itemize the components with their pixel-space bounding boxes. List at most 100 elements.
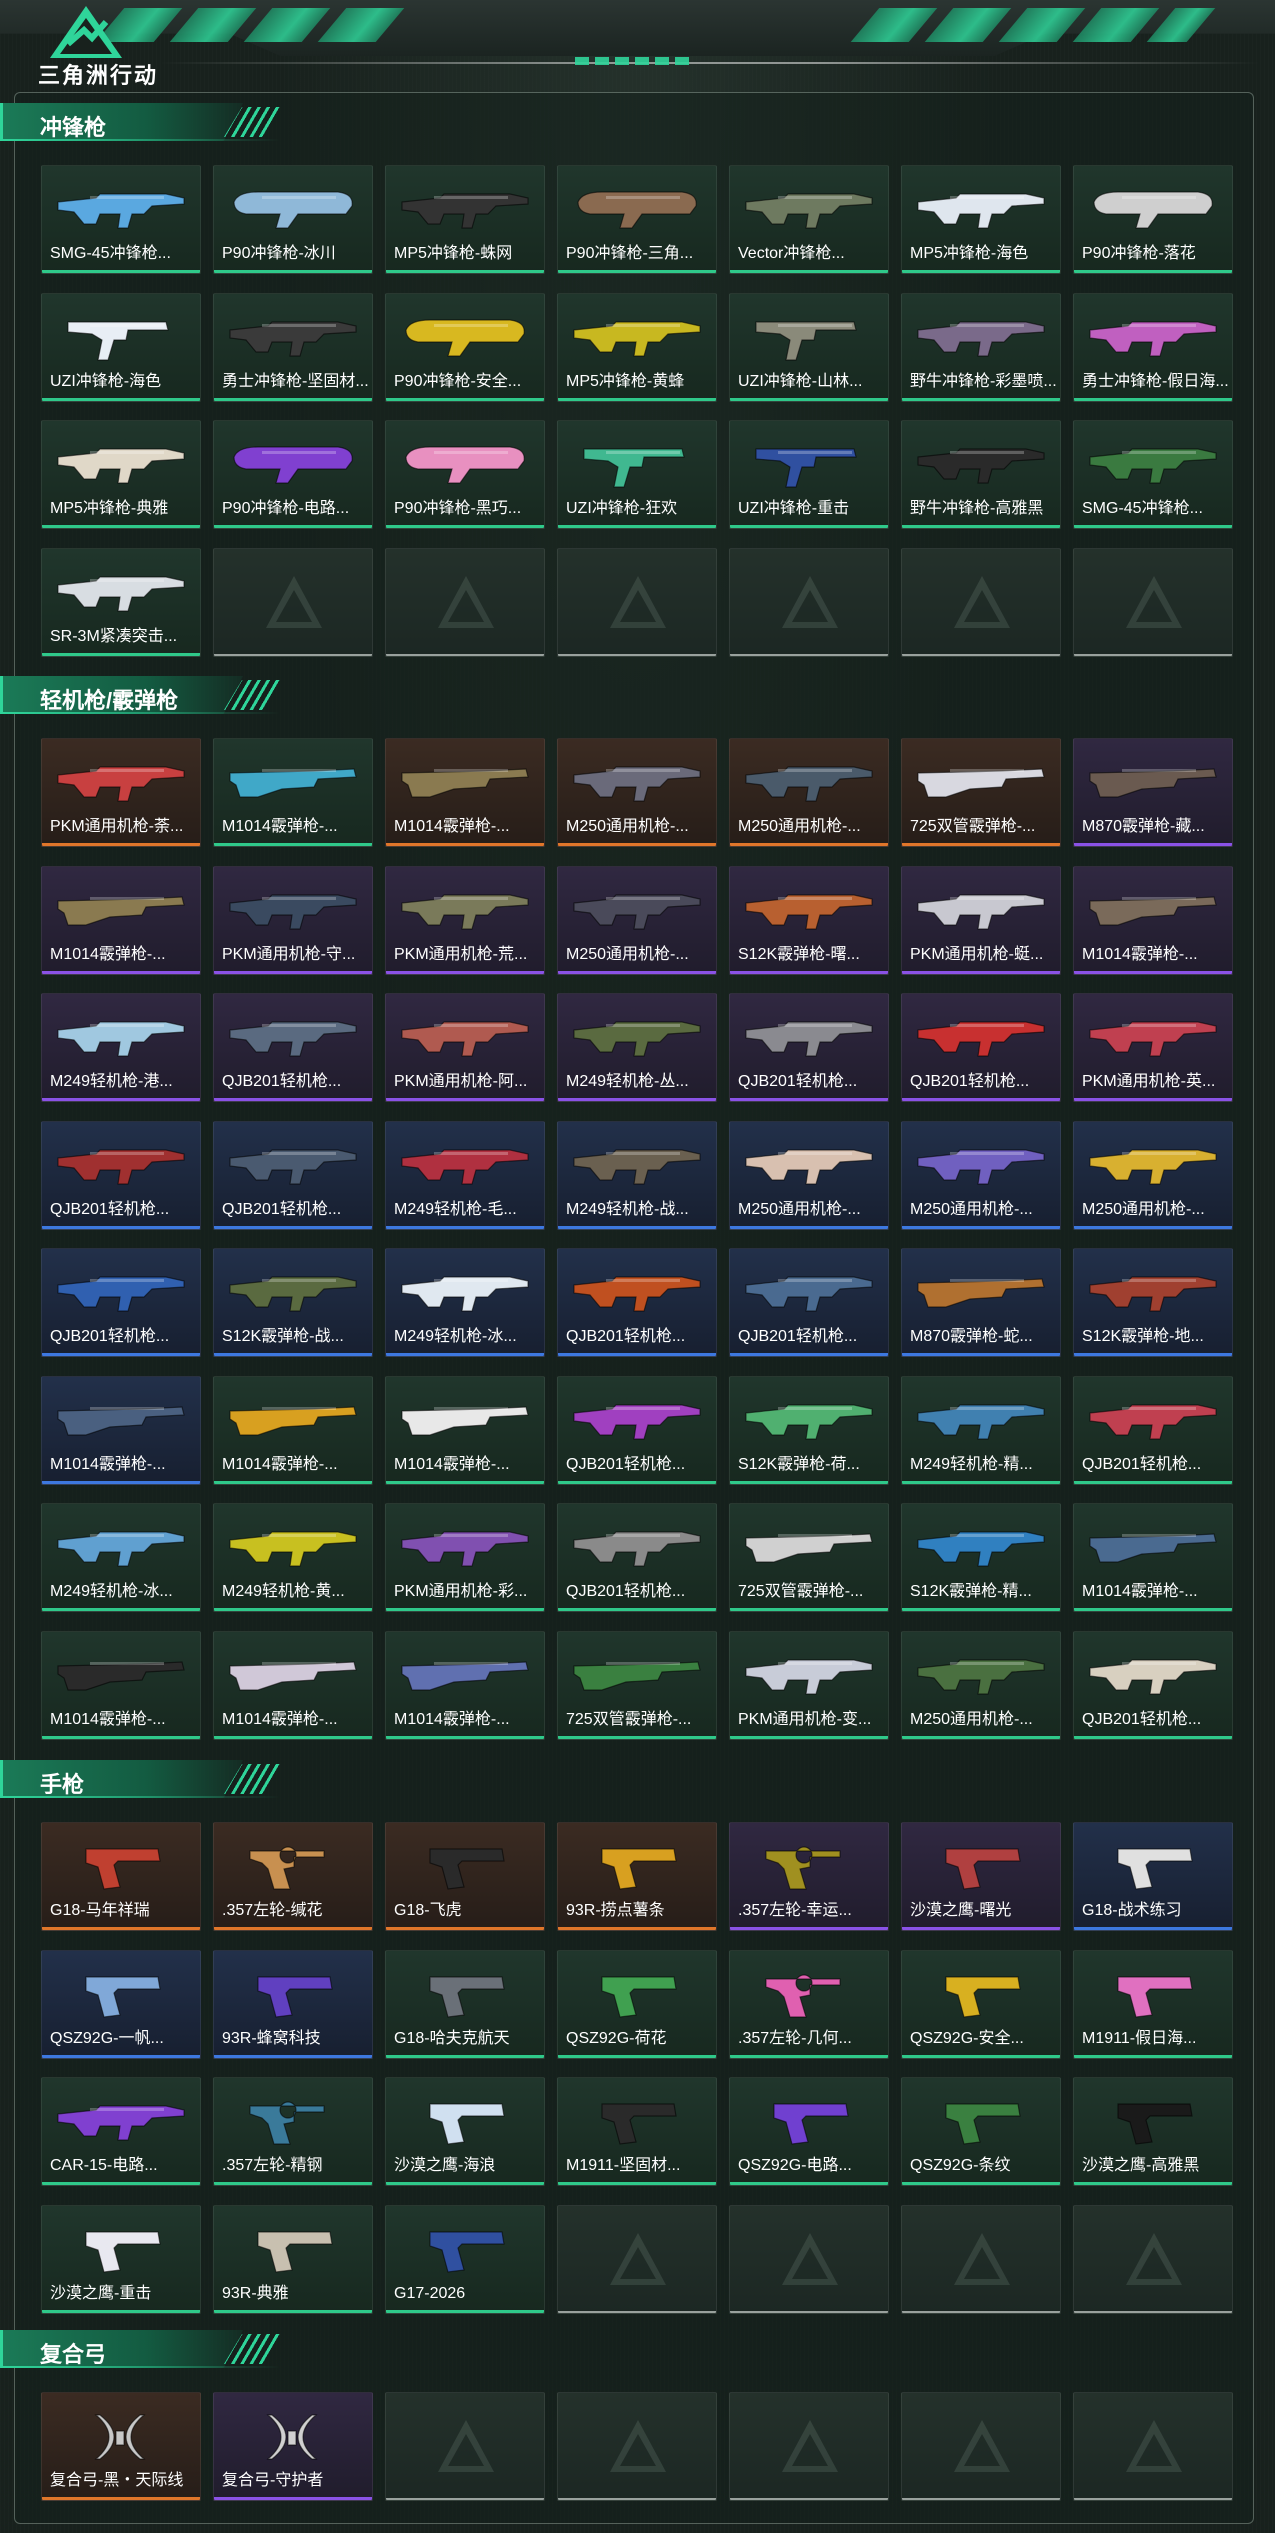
weapon-card[interactable]: G18-战术练习	[1073, 1822, 1233, 1931]
weapon-card[interactable]: M249轻机枪-冰...	[41, 1503, 201, 1612]
weapon-card[interactable]: M1014霰弹枪-...	[1073, 1503, 1233, 1612]
weapon-card[interactable]: M249轻机枪-战...	[557, 1121, 717, 1230]
weapon-card[interactable]: 93R-典雅	[213, 2205, 373, 2314]
weapon-card[interactable]: QSZ92G-条纹	[901, 2077, 1061, 2186]
weapon-card[interactable]: M249轻机枪-冰...	[385, 1248, 545, 1357]
weapon-card[interactable]: P90冲锋枪-冰川	[213, 165, 373, 274]
weapon-card[interactable]: PKM通用机枪-彩...	[385, 1503, 545, 1612]
weapon-card[interactable]: Vector冲锋枪...	[729, 165, 889, 274]
weapon-card[interactable]: PKM通用机枪-阿...	[385, 993, 545, 1102]
weapon-card[interactable]: P90冲锋枪-电路...	[213, 420, 373, 529]
weapon-card[interactable]: M1014霰弹枪-...	[385, 1631, 545, 1740]
weapon-card[interactable]: M1911-坚固材...	[557, 2077, 717, 2186]
weapon-card[interactable]: 复合弓-守护者	[213, 2392, 373, 2501]
weapon-card[interactable]: M250通用机枪-...	[901, 1631, 1061, 1740]
weapon-card[interactable]: S12K霰弹枪-曙...	[729, 866, 889, 975]
weapon-card[interactable]: 沙漠之鹰-海浪	[385, 2077, 545, 2186]
weapon-card[interactable]: P90冲锋枪-黑巧...	[385, 420, 545, 529]
weapon-card[interactable]: QJB201轻机枪...	[729, 993, 889, 1102]
weapon-card[interactable]: M1911-假日海...	[1073, 1950, 1233, 2059]
weapon-card[interactable]: QJB201轻机枪...	[901, 993, 1061, 1102]
weapon-card[interactable]: 沙漠之鹰-重击	[41, 2205, 201, 2314]
weapon-card[interactable]: 勇士冲锋枪-坚固材...	[213, 293, 373, 402]
weapon-card[interactable]: G18-飞虎	[385, 1822, 545, 1931]
weapon-card[interactable]: SR-3M紧凑突击...	[41, 548, 201, 657]
weapon-card[interactable]: M1014霰弹枪-...	[41, 866, 201, 975]
weapon-card[interactable]: G17-2026	[385, 2205, 545, 2314]
weapon-card[interactable]: S12K霰弹枪-战...	[213, 1248, 373, 1357]
weapon-card[interactable]: QJB201轻机枪...	[1073, 1376, 1233, 1485]
weapon-card[interactable]: QSZ92G-一帆...	[41, 1950, 201, 2059]
weapon-card[interactable]: PKM通用机枪-蜓...	[901, 866, 1061, 975]
weapon-card[interactable]: 725双管霰弹枪-...	[901, 738, 1061, 847]
weapon-card[interactable]: P90冲锋枪-安全...	[385, 293, 545, 402]
weapon-card[interactable]: M1014霰弹枪-...	[1073, 866, 1233, 975]
weapon-card[interactable]: P90冲锋枪-三角...	[557, 165, 717, 274]
weapon-card[interactable]: M250通用机枪-...	[1073, 1121, 1233, 1230]
weapon-card[interactable]: M870霰弹枪-藏...	[1073, 738, 1233, 847]
weapon-card[interactable]: QJB201轻机枪...	[557, 1503, 717, 1612]
weapon-card[interactable]: S12K霰弹枪-精...	[901, 1503, 1061, 1612]
weapon-card[interactable]: M249轻机枪-黄...	[213, 1503, 373, 1612]
weapon-card[interactable]: M249轻机枪-丛...	[557, 993, 717, 1102]
weapon-card[interactable]: M249轻机枪-精...	[901, 1376, 1061, 1485]
weapon-card[interactable]: QJB201轻机枪...	[41, 1121, 201, 1230]
weapon-card[interactable]: QSZ92G-电路...	[729, 2077, 889, 2186]
weapon-card[interactable]: QSZ92G-荷花	[557, 1950, 717, 2059]
weapon-card[interactable]: CAR-15-电路...	[41, 2077, 201, 2186]
weapon-card[interactable]: SMG-45冲锋枪...	[1073, 420, 1233, 529]
weapon-card[interactable]: PKM通用机枪-英...	[1073, 993, 1233, 1102]
weapon-card[interactable]: M1014霰弹枪-...	[385, 738, 545, 847]
weapon-card[interactable]: 93R-捞点薯条	[557, 1822, 717, 1931]
weapon-card[interactable]: PKM通用机枪-荼...	[41, 738, 201, 847]
weapon-card[interactable]: M250通用机枪-...	[729, 1121, 889, 1230]
weapon-card[interactable]: M1014霰弹枪-...	[213, 1376, 373, 1485]
weapon-card[interactable]: M250通用机枪-...	[557, 738, 717, 847]
weapon-card[interactable]: M1014霰弹枪-...	[213, 1631, 373, 1740]
weapon-card[interactable]: M1014霰弹枪-...	[41, 1631, 201, 1740]
weapon-card[interactable]: PKM通用机枪-荒...	[385, 866, 545, 975]
weapon-card[interactable]: 野牛冲锋枪-高雅黑	[901, 420, 1061, 529]
weapon-card[interactable]: SMG-45冲锋枪...	[41, 165, 201, 274]
weapon-card[interactable]: MP5冲锋枪-蛛网	[385, 165, 545, 274]
weapon-card[interactable]: QJB201轻机枪...	[213, 993, 373, 1102]
weapon-card[interactable]: 复合弓-黑・天际线	[41, 2392, 201, 2501]
weapon-card[interactable]: QJB201轻机枪...	[213, 1121, 373, 1230]
weapon-card[interactable]: .357左轮-几何...	[729, 1950, 889, 2059]
weapon-card[interactable]: 725双管霰弹枪-...	[729, 1503, 889, 1612]
weapon-card[interactable]: 野牛冲锋枪-彩墨喷...	[901, 293, 1061, 402]
weapon-card[interactable]: UZI冲锋枪-海色	[41, 293, 201, 402]
weapon-card[interactable]: QSZ92G-安全...	[901, 1950, 1061, 2059]
weapon-card[interactable]: S12K霰弹枪-地...	[1073, 1248, 1233, 1357]
weapon-card[interactable]: 93R-蜂窝科技	[213, 1950, 373, 2059]
weapon-card[interactable]: M250通用机枪-...	[729, 738, 889, 847]
weapon-card[interactable]: 沙漠之鹰-高雅黑	[1073, 2077, 1233, 2186]
weapon-card[interactable]: MP5冲锋枪-黄蜂	[557, 293, 717, 402]
weapon-card[interactable]: M249轻机枪-毛...	[385, 1121, 545, 1230]
weapon-card[interactable]: .357左轮-缄花	[213, 1822, 373, 1931]
weapon-card[interactable]: M249轻机枪-港...	[41, 993, 201, 1102]
weapon-card[interactable]: S12K霰弹枪-荷...	[729, 1376, 889, 1485]
weapon-card[interactable]: .357左轮-精钢	[213, 2077, 373, 2186]
weapon-card[interactable]: QJB201轻机枪...	[557, 1376, 717, 1485]
weapon-card[interactable]: MP5冲锋枪-典雅	[41, 420, 201, 529]
weapon-card[interactable]: .357左轮-幸运...	[729, 1822, 889, 1931]
weapon-card[interactable]: M250通用机枪-...	[557, 866, 717, 975]
weapon-card[interactable]: M250通用机枪-...	[901, 1121, 1061, 1230]
weapon-card[interactable]: M1014霰弹枪-...	[213, 738, 373, 847]
weapon-card[interactable]: QJB201轻机枪...	[41, 1248, 201, 1357]
weapon-card[interactable]: PKM通用机枪-变...	[729, 1631, 889, 1740]
weapon-card[interactable]: G18-马年祥瑞	[41, 1822, 201, 1931]
weapon-card[interactable]: 725双管霰弹枪-...	[557, 1631, 717, 1740]
weapon-card[interactable]: M1014霰弹枪-...	[41, 1376, 201, 1485]
weapon-card[interactable]: G18-哈夫克航天	[385, 1950, 545, 2059]
weapon-card[interactable]: QJB201轻机枪...	[729, 1248, 889, 1357]
weapon-card[interactable]: 勇士冲锋枪-假日海...	[1073, 293, 1233, 402]
weapon-card[interactable]: M870霰弹枪-蛇...	[901, 1248, 1061, 1357]
weapon-card[interactable]: UZI冲锋枪-山林...	[729, 293, 889, 402]
weapon-card[interactable]: UZI冲锋枪-重击	[729, 420, 889, 529]
weapon-card[interactable]: M1014霰弹枪-...	[385, 1376, 545, 1485]
weapon-card[interactable]: UZI冲锋枪-狂欢	[557, 420, 717, 529]
weapon-card[interactable]: 沙漠之鹰-曙光	[901, 1822, 1061, 1931]
weapon-card[interactable]: QJB201轻机枪...	[557, 1248, 717, 1357]
